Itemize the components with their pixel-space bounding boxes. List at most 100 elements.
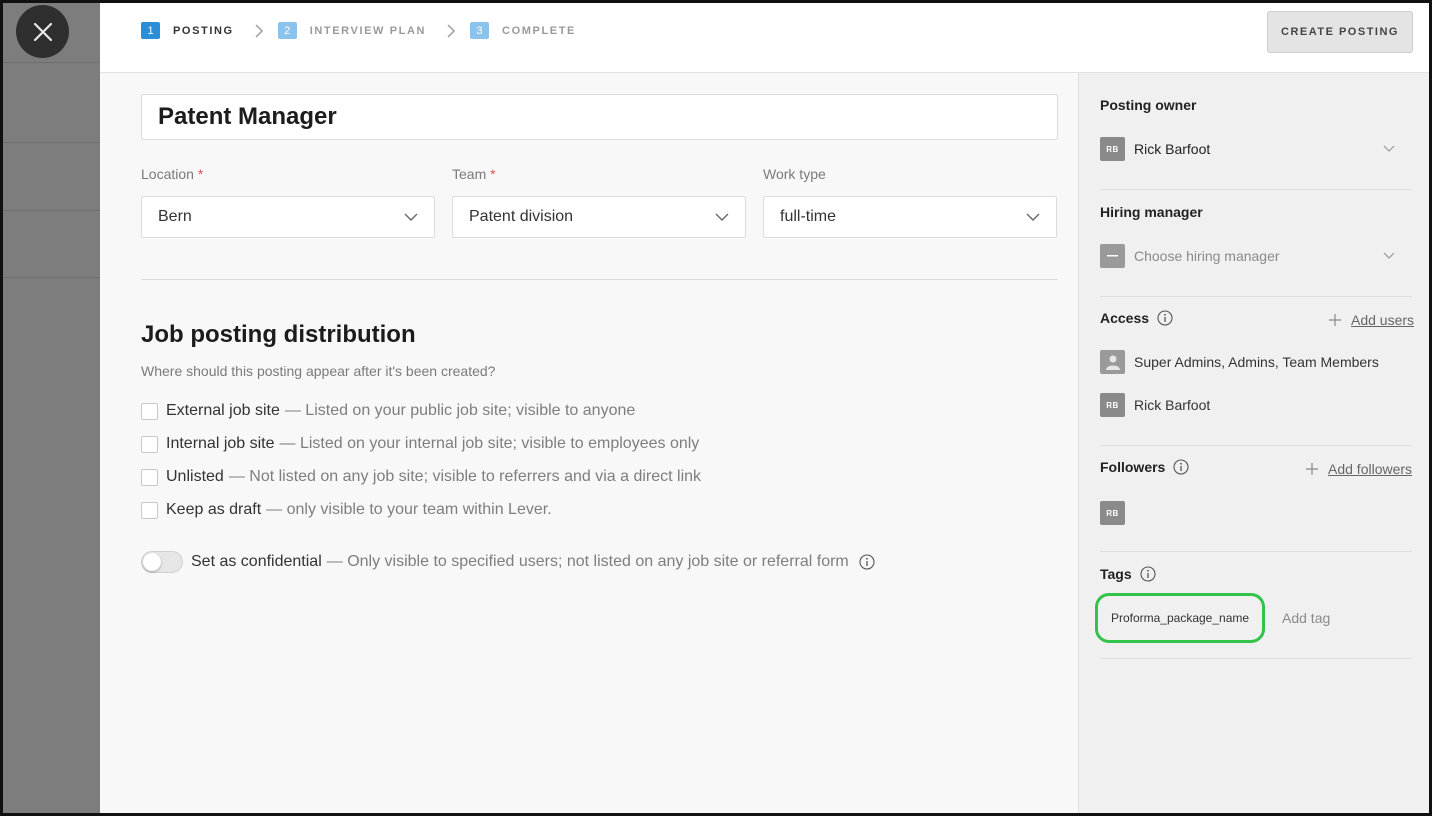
sidebar-divider [1100, 658, 1412, 659]
chevron-down-icon [715, 212, 729, 222]
work-type-label: Work type [763, 166, 826, 182]
option-unlisted[interactable]: Unlisted — Not listed on any job site; v… [141, 468, 701, 486]
checkbox[interactable] [141, 436, 158, 453]
followers-heading: Followers [1100, 459, 1189, 475]
team-label-text: Team [452, 166, 486, 182]
add-users-label: Add users [1351, 312, 1414, 328]
avatar-placeholder [1100, 244, 1125, 268]
info-icon[interactable] [1173, 459, 1189, 475]
avatar: RB [1100, 137, 1125, 161]
team-value: Patent division [469, 208, 573, 226]
posting-owner-name: Rick Barfoot [1134, 141, 1210, 157]
confidential-row: Set as confidential — Only visible to sp… [141, 551, 875, 573]
option-name: External job site [166, 402, 280, 420]
sidebar-divider [1100, 445, 1412, 446]
backdrop-divider [0, 277, 100, 278]
chevron-down-icon [1026, 212, 1040, 222]
distribution-subtitle: Where should this posting appear after i… [141, 363, 495, 379]
required-mark: * [490, 166, 495, 182]
add-followers-label: Add followers [1328, 461, 1412, 477]
work-type-value: full-time [780, 208, 836, 226]
step-number: 1 [141, 22, 160, 39]
access-heading: Access [1100, 310, 1173, 326]
distribution-title: Job posting distribution [141, 321, 416, 349]
backdrop-divider [0, 210, 100, 211]
tags-heading: Tags [1100, 566, 1156, 582]
toggle-knob [143, 553, 161, 571]
step-progress: 1 POSTING 2 INTERVIEW PLAN 3 COMPLETE [141, 22, 576, 39]
step-label: POSTING [173, 25, 234, 37]
follower-row: RB [1100, 501, 1134, 525]
info-icon[interactable] [1140, 566, 1156, 582]
option-desc: — only visible to your team within Lever… [266, 501, 551, 519]
sidebar-divider [1100, 189, 1412, 190]
step-label: INTERVIEW PLAN [310, 25, 426, 37]
add-tag-input[interactable]: Add tag [1282, 610, 1330, 626]
location-label-text: Location [141, 166, 194, 182]
team-select[interactable]: Patent division [452, 196, 746, 238]
option-name: Unlisted [166, 468, 224, 486]
posting-sidebar: Posting owner RB Rick Barfoot Hiring man… [1078, 73, 1429, 816]
option-desc: — Not listed on any job site; visible to… [229, 468, 701, 486]
sidebar-divider [1100, 551, 1412, 552]
posting-title-input[interactable]: Patent Manager [141, 94, 1058, 140]
access-label: Access [1100, 310, 1149, 326]
confidential-toggle[interactable] [141, 551, 183, 573]
chevron-right-icon [446, 24, 456, 38]
team-label: Team * [452, 166, 496, 182]
posting-owner-heading: Posting owner [1100, 97, 1196, 113]
chevron-down-icon [1383, 145, 1395, 153]
posting-owner-select[interactable]: RB Rick Barfoot [1100, 137, 1395, 161]
location-label: Location * [141, 166, 203, 182]
person-icon [1105, 354, 1121, 370]
avatar: RB [1100, 393, 1125, 417]
work-type-select[interactable]: full-time [763, 196, 1057, 238]
info-icon[interactable] [859, 554, 875, 570]
checkbox[interactable] [141, 502, 158, 519]
access-user-row: RB Rick Barfoot [1100, 393, 1210, 417]
create-posting-button[interactable]: CREATE POSTING [1267, 11, 1413, 53]
access-group-label: Super Admins, Admins, Team Members [1134, 354, 1379, 370]
avatar[interactable]: RB [1100, 501, 1125, 525]
page-backdrop [0, 0, 100, 816]
chevron-right-icon [254, 24, 264, 38]
hiring-manager-placeholder: Choose hiring manager [1134, 248, 1280, 264]
close-button[interactable] [16, 5, 69, 58]
option-keep-as-draft[interactable]: Keep as draft — only visible to your tea… [141, 501, 552, 519]
option-name: Internal job site [166, 435, 275, 453]
chevron-down-icon [1383, 252, 1395, 260]
location-value: Bern [158, 208, 192, 226]
location-select[interactable]: Bern [141, 196, 435, 238]
chevron-down-icon [404, 212, 418, 222]
checkbox[interactable] [141, 403, 158, 420]
sidebar-divider [1100, 296, 1412, 297]
section-divider [141, 279, 1058, 280]
plus-icon [1329, 314, 1341, 326]
step-posting[interactable]: 1 POSTING [141, 22, 234, 39]
step-number: 2 [278, 22, 297, 39]
add-followers-link[interactable]: Add followers [1306, 461, 1412, 477]
step-label: COMPLETE [502, 25, 576, 37]
top-bar: 1 POSTING 2 INTERVIEW PLAN 3 COMPLETE CR… [100, 3, 1429, 73]
tags-label: Tags [1100, 566, 1132, 582]
hiring-manager-heading: Hiring manager [1100, 204, 1203, 220]
tag-chip[interactable]: Proforma_package_name [1095, 593, 1265, 643]
step-interview-plan[interactable]: 2 INTERVIEW PLAN [278, 22, 426, 39]
required-mark: * [198, 166, 203, 182]
checkbox[interactable] [141, 469, 158, 486]
option-name: Keep as draft [166, 501, 261, 519]
confidential-desc: — Only visible to specified users; not l… [327, 553, 849, 571]
info-icon[interactable] [1157, 310, 1173, 326]
step-number: 3 [470, 22, 489, 39]
close-icon [32, 21, 54, 43]
option-external-job-site[interactable]: External job site — Listed on your publi… [141, 402, 635, 420]
create-posting-modal: 1 POSTING 2 INTERVIEW PLAN 3 COMPLETE CR… [100, 3, 1429, 816]
step-complete[interactable]: 3 COMPLETE [470, 22, 576, 39]
option-desc: — Listed on your public job site; visibl… [285, 402, 635, 420]
add-users-link[interactable]: Add users [1329, 312, 1414, 328]
hiring-manager-select[interactable]: Choose hiring manager [1100, 244, 1395, 268]
plus-icon [1306, 463, 1318, 475]
user-group-icon [1100, 350, 1125, 374]
followers-label: Followers [1100, 459, 1165, 475]
option-internal-job-site[interactable]: Internal job site — Listed on your inter… [141, 435, 699, 453]
